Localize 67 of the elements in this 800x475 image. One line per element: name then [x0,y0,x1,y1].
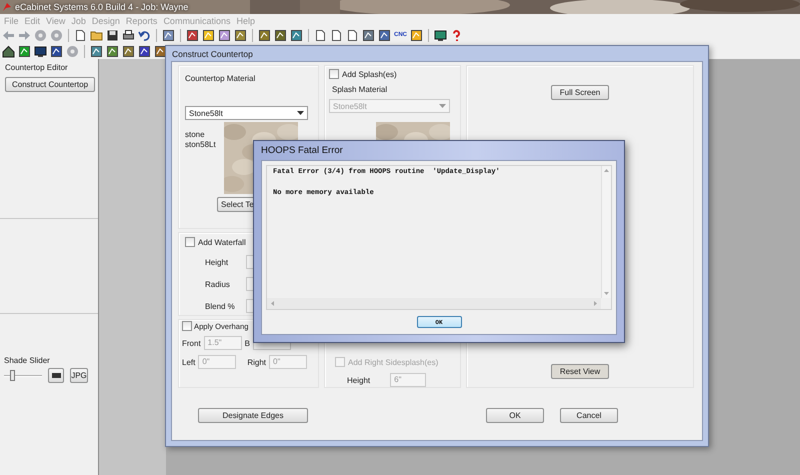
jpg-button[interactable]: JPG [70,368,88,383]
tile-icon[interactable] [274,28,287,42]
window-title: eCabinet Systems 6.0 Build 4 - Job: Wayne [15,2,188,12]
monitor-icon[interactable] [434,28,447,42]
tile-icon[interactable] [258,28,271,42]
tile-icon[interactable] [410,28,423,42]
tile-icon[interactable] [154,44,167,58]
texture-caption: ston58Lt [185,140,216,150]
tile-icon[interactable] [90,44,103,58]
field-label: Front [182,338,201,348]
dialog-title: HOOPS Fatal Error [261,145,343,156]
field-label: Height [347,376,370,384]
swatch-icon [52,373,60,378]
cancel-button[interactable]: Cancel [560,408,618,423]
checkbox-label: Add Waterfall [198,238,246,246]
tile-icon[interactable] [218,28,231,42]
menu-item[interactable]: Job [68,16,89,26]
tile-icon[interactable] [162,28,175,42]
full-screen-button[interactable]: Full Screen [551,85,609,100]
tile-icon[interactable] [290,28,303,42]
menu-item[interactable]: File [1,16,22,26]
section-label: Countertop Material [185,74,256,83]
tile-icon[interactable] [234,28,247,42]
monitor-icon[interactable] [34,44,47,58]
checkbox-label: Add Splash(es) [342,70,397,78]
section-label: Splash Material [332,85,388,94]
panel-title: Countertop Editor [5,63,68,72]
field-label: Left [182,358,196,366]
caret-icon [439,104,446,108]
menu-item[interactable]: Communications [160,16,234,26]
checkbox-label: Add Right Sidesplash(es) [348,358,438,366]
dialog-title: Construct Countertop [172,48,253,58]
field-label: B [244,338,250,348]
dropdown[interactable]: Stone58lt [185,106,308,120]
app-logo-icon [2,2,12,12]
caret-icon [297,111,304,115]
ok-button[interactable]: OK [486,408,544,423]
checkbox[interactable] [185,237,195,247]
printer-icon[interactable] [122,28,135,42]
menu-item[interactable]: Help [233,16,258,26]
tile-icon[interactable] [18,44,31,58]
tile-icon[interactable] [50,44,63,58]
tile-icon[interactable] [202,28,215,42]
menu-item[interactable]: Reports [122,16,160,26]
field-label: Blend % [205,302,236,310]
reset-view-button[interactable]: Reset View [551,364,609,379]
slider-thumb[interactable] [10,370,15,380]
tile-icon[interactable] [138,44,151,58]
construct-countertop-button[interactable]: Construct Countertop [5,77,96,92]
tile-icon[interactable] [362,28,375,42]
field-label: Radius [205,280,231,288]
slider-label: Shade Slider [4,356,51,365]
designate-edges-button[interactable]: Designate Edges [198,408,308,423]
help-icon[interactable] [450,28,463,42]
field-label: Height [205,258,230,266]
color-button[interactable] [48,368,64,383]
tile-icon[interactable] [186,28,199,42]
field-label: Right [247,358,266,366]
menu-item[interactable]: View [43,16,68,26]
tile-icon[interactable] [122,44,135,58]
menu-item[interactable]: Edit [22,16,44,26]
menu-item[interactable]: Design [88,16,123,26]
undo-icon[interactable] [138,28,151,42]
texture-caption: stone [185,130,206,140]
tile-icon[interactable] [106,44,119,58]
checkbox[interactable] [182,321,192,331]
tile-icon[interactable] [378,28,391,42]
